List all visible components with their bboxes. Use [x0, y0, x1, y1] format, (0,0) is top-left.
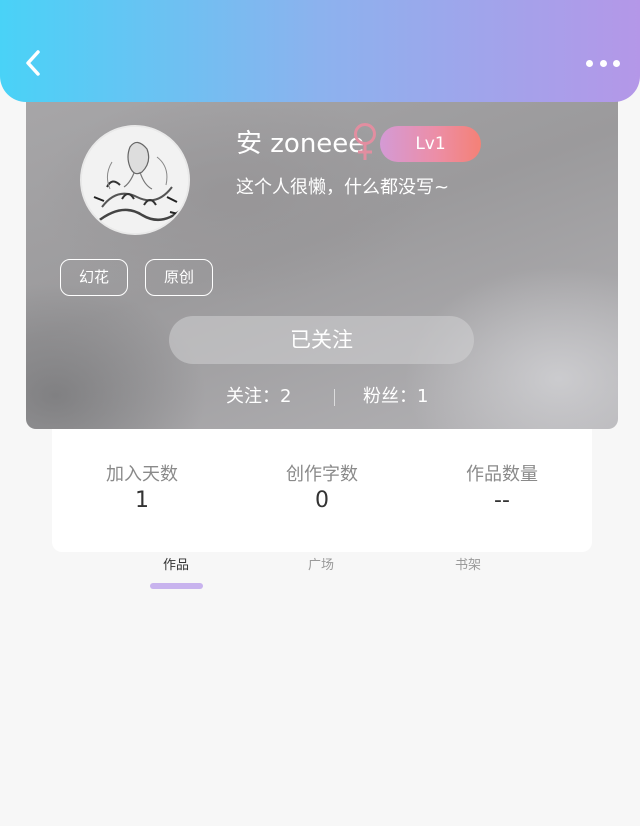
- female-icon: [354, 123, 376, 160]
- avatar-illustration: [82, 127, 188, 233]
- stat-value: 1: [135, 488, 149, 513]
- more-dot: [599, 59, 607, 67]
- tag-huanhua[interactable]: 幻花: [60, 259, 128, 296]
- username: 安 zoneee: [236, 129, 365, 159]
- tag-original[interactable]: 原创: [145, 259, 213, 296]
- avatar[interactable]: [80, 125, 190, 235]
- stat-label: 创作字数: [286, 464, 358, 485]
- more-button[interactable]: [586, 56, 620, 70]
- tab-bookshelf[interactable]: 书架: [428, 555, 508, 577]
- chevron-left-icon: [26, 50, 40, 76]
- stats-panel: 加入天数 1 创作字数 0 作品数量 --: [52, 429, 592, 552]
- more-dot: [586, 59, 593, 67]
- back-button[interactable]: [20, 46, 48, 80]
- following-count[interactable]: 关注：2: [226, 382, 291, 412]
- stat-join-days: 加入天数 1: [52, 463, 232, 515]
- stat-label: 作品数量: [466, 464, 538, 485]
- follow-button[interactable]: 已关注: [169, 316, 474, 364]
- stat-value: --: [494, 488, 510, 513]
- active-tab-indicator: [150, 583, 203, 589]
- level-badge: Lv1: [380, 126, 481, 162]
- follow-stats: 关注：2 粉丝：1: [26, 382, 618, 412]
- profile-card: 安 zoneee Lv1 这个人很懒，什么都没写~ 幻花 原创 已关注 关注：2…: [26, 96, 618, 429]
- content-tabs: 作品 广场 书架: [0, 555, 640, 595]
- stats-divider: [334, 389, 335, 406]
- fans-count[interactable]: 粉丝：1: [363, 382, 428, 412]
- stat-word-count: 创作字数 0: [232, 463, 412, 515]
- stat-label: 加入天数: [106, 464, 178, 485]
- tab-works[interactable]: 作品: [136, 555, 216, 577]
- more-dot: [613, 59, 620, 67]
- stat-works-count: 作品数量 --: [412, 463, 592, 515]
- top-bar: [0, 0, 640, 102]
- bio-text: 这个人很懒，什么都没写~: [236, 177, 450, 198]
- tab-square[interactable]: 广场: [281, 555, 361, 577]
- stat-value: 0: [315, 488, 329, 513]
